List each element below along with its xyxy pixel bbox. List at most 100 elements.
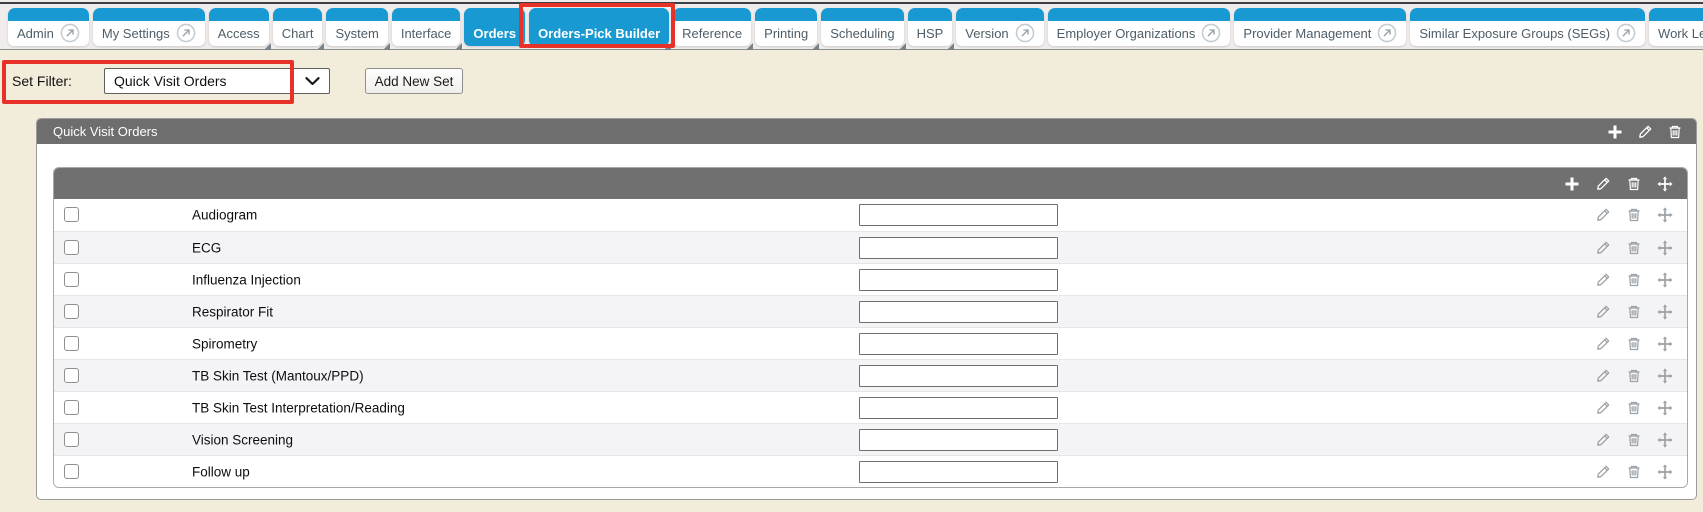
table-row: ECG: [54, 231, 1687, 263]
delete-trash-icon[interactable]: [1626, 368, 1642, 384]
panel-title: Quick Visit Orders: [53, 124, 158, 139]
tab-orders[interactable]: Orders: [464, 8, 525, 46]
row-text-input[interactable]: [859, 301, 1058, 323]
dropdown-corner-icon: [947, 43, 954, 50]
tab-chart[interactable]: Chart: [273, 8, 323, 46]
row-label: Respirator Fit: [192, 304, 273, 319]
delete-trash-icon[interactable]: [1626, 176, 1642, 192]
row-checkbox[interactable]: [64, 240, 79, 255]
tab-system[interactable]: System: [326, 8, 387, 46]
row-checkbox[interactable]: [64, 400, 79, 415]
row-text-input[interactable]: [859, 397, 1058, 419]
open-in-new-window-icon[interactable]: [176, 23, 196, 43]
edit-pencil-icon[interactable]: [1595, 176, 1611, 192]
tab-my-settings[interactable]: My Settings: [93, 8, 205, 46]
edit-pencil-icon[interactable]: [1595, 272, 1611, 288]
row-checkbox[interactable]: [64, 207, 79, 222]
tab-employer-organizations[interactable]: Employer Organizations: [1048, 8, 1231, 46]
table-row: Vision Screening: [54, 423, 1687, 455]
delete-trash-icon[interactable]: [1626, 336, 1642, 352]
row-text-input[interactable]: [859, 365, 1058, 387]
edit-pencil-icon[interactable]: [1637, 124, 1653, 140]
delete-trash-icon[interactable]: [1667, 124, 1683, 140]
tab-label: Admin: [17, 26, 54, 41]
table-row: Respirator Fit: [54, 295, 1687, 327]
tab-access[interactable]: Access: [209, 8, 269, 46]
row-text-input[interactable]: [859, 204, 1058, 226]
row-checkbox[interactable]: [64, 272, 79, 287]
tab-scheduling[interactable]: Scheduling: [821, 8, 903, 46]
delete-trash-icon[interactable]: [1626, 464, 1642, 480]
dropdown-corner-icon: [899, 43, 906, 50]
row-actions: [1595, 328, 1687, 359]
tab-label: Reference: [682, 26, 742, 41]
open-in-new-window-icon[interactable]: [1377, 23, 1397, 43]
set-filter-dropdown[interactable]: Quick Visit Orders: [104, 68, 330, 94]
tab-orders-pick-builder[interactable]: Orders-Pick Builder: [529, 8, 669, 46]
row-text-input[interactable]: [859, 269, 1058, 291]
dropdown-corner-icon: [812, 43, 819, 50]
open-in-new-window-icon[interactable]: [1616, 23, 1636, 43]
move-handle-icon[interactable]: [1657, 336, 1673, 352]
panel-header-actions: [1607, 124, 1683, 140]
edit-pencil-icon[interactable]: [1595, 368, 1611, 384]
edit-pencil-icon[interactable]: [1595, 400, 1611, 416]
tab-provider-management[interactable]: Provider Management: [1234, 8, 1406, 46]
add-new-set-button[interactable]: Add New Set: [365, 68, 463, 94]
move-handle-icon[interactable]: [1657, 432, 1673, 448]
row-checkbox[interactable]: [64, 432, 79, 447]
dropdown-corner-icon: [317, 43, 324, 50]
tab-work-le[interactable]: Work Le: [1649, 8, 1703, 46]
tab-interface[interactable]: Interface: [392, 8, 461, 46]
add-icon[interactable]: [1564, 176, 1580, 192]
row-actions: [1595, 456, 1687, 487]
row-text-input[interactable]: [859, 333, 1058, 355]
row-checkbox[interactable]: [64, 368, 79, 383]
move-handle-icon[interactable]: [1657, 304, 1673, 320]
tab-reference[interactable]: Reference: [673, 8, 751, 46]
delete-trash-icon[interactable]: [1626, 240, 1642, 256]
open-in-new-window-icon[interactable]: [60, 23, 80, 43]
tab-label: My Settings: [102, 26, 170, 41]
row-actions: [1595, 360, 1687, 391]
row-actions: [1595, 424, 1687, 455]
edit-pencil-icon[interactable]: [1595, 304, 1611, 320]
dropdown-corner-icon: [383, 43, 390, 50]
edit-pencil-icon[interactable]: [1595, 207, 1611, 223]
move-handle-icon[interactable]: [1657, 464, 1673, 480]
move-handle-icon[interactable]: [1657, 176, 1673, 192]
delete-trash-icon[interactable]: [1626, 432, 1642, 448]
row-checkbox[interactable]: [64, 336, 79, 351]
row-checkbox[interactable]: [64, 304, 79, 319]
row-text-input[interactable]: [859, 237, 1058, 259]
row-text-input[interactable]: [859, 429, 1058, 451]
edit-pencil-icon[interactable]: [1595, 432, 1611, 448]
tab-label: Chart: [282, 26, 314, 41]
open-in-new-window-icon[interactable]: [1015, 23, 1035, 43]
delete-trash-icon[interactable]: [1626, 400, 1642, 416]
add-icon[interactable]: [1607, 124, 1623, 140]
delete-trash-icon[interactable]: [1626, 304, 1642, 320]
tab-hsp[interactable]: HSP: [908, 8, 953, 46]
delete-trash-icon[interactable]: [1626, 207, 1642, 223]
move-handle-icon[interactable]: [1657, 272, 1673, 288]
move-handle-icon[interactable]: [1657, 240, 1673, 256]
table-row: Influenza Injection: [54, 263, 1687, 295]
move-handle-icon[interactable]: [1657, 368, 1673, 384]
tab-printing[interactable]: Printing: [755, 8, 817, 46]
open-in-new-window-icon[interactable]: [1201, 23, 1221, 43]
set-filter-label: Set Filter:: [12, 73, 72, 89]
tab-label: Access: [218, 26, 260, 41]
edit-pencil-icon[interactable]: [1595, 336, 1611, 352]
move-handle-icon[interactable]: [1657, 400, 1673, 416]
tab-version[interactable]: Version: [956, 8, 1043, 46]
move-handle-icon[interactable]: [1657, 207, 1673, 223]
edit-pencil-icon[interactable]: [1595, 464, 1611, 480]
row-checkbox[interactable]: [64, 464, 79, 479]
edit-pencil-icon[interactable]: [1595, 240, 1611, 256]
delete-trash-icon[interactable]: [1626, 272, 1642, 288]
tab-similar-exposure-groups-segs[interactable]: Similar Exposure Groups (SEGs): [1410, 8, 1645, 46]
row-label: TB Skin Test Interpretation/Reading: [192, 400, 405, 415]
row-text-input[interactable]: [859, 461, 1058, 483]
tab-admin[interactable]: Admin: [8, 8, 89, 46]
